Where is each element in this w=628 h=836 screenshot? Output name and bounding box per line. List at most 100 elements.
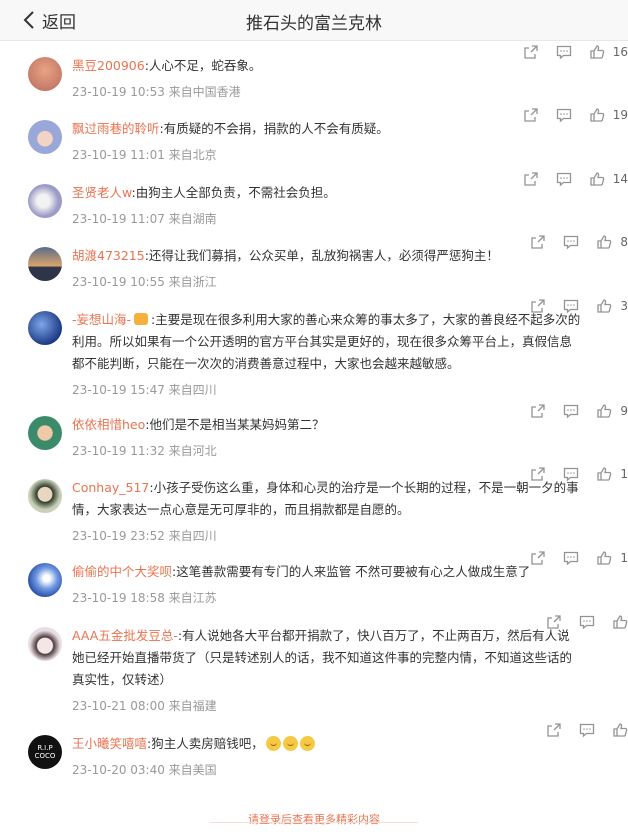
comment-button[interactable] [563,550,579,566]
like-button[interactable]: 1 [596,550,628,566]
comment-content: :人心不足，蛇吞象。 [144,58,262,73]
like-count: 14 [612,172,628,186]
comment-icon [564,551,579,566]
comment-content: :主要是现在很多利用大家的善心来众筹的事太多了，大家的善良经不起多次的利用。所以… [72,312,581,371]
comment-actions: 3 [513,298,628,314]
comment-meta: 23-10-19 11:01 来自北京 [72,148,217,162]
share-button[interactable] [523,107,539,123]
comment-meta: 23-10-19 18:58 来自江苏 [72,591,217,605]
share-button[interactable] [530,550,546,566]
like-icon [597,551,612,565]
avatar[interactable] [28,57,62,91]
like-button[interactable]: 19 [589,107,628,123]
comment-icon [556,108,571,123]
comment-button[interactable] [579,722,595,738]
comment-meta: 23-10-19 11:07 来自湖南 [72,212,217,226]
like-button[interactable]: 1 [596,466,628,482]
avatar[interactable] [28,479,62,513]
share-icon [547,723,561,737]
like-count: 3 [620,299,628,313]
share-button[interactable] [523,171,539,187]
share-icon [524,172,538,186]
comment-username[interactable]: 依依相惜heo [72,417,145,432]
comment-username[interactable]: 胡渡473215 [72,248,145,263]
comment-button[interactable] [563,403,579,419]
emoji-icon [282,736,298,751]
like-button[interactable]: 8 [596,234,628,250]
comment-icon [579,615,595,630]
avatar[interactable] [28,563,62,597]
share-button[interactable] [523,44,539,60]
avatar[interactable]: R.I.P COCO [28,735,62,769]
comment-actions: 1 [513,466,628,482]
like-button[interactable] [612,722,628,738]
comment-content: :狗主人卖房赔钱吧， [147,736,264,751]
comment-text: 依依相惜heo:他们是不是相当某某妈妈第二？ [72,414,582,436]
comment-username[interactable]: -妄想山海- [72,312,131,327]
comment-meta: 23-10-21 08:00 来自福建 [72,699,217,713]
comment-username[interactable]: 圣贤老人w [72,185,132,200]
share-button[interactable] [530,466,546,482]
comment-icon [556,172,571,187]
avatar[interactable] [28,627,62,661]
comment-icon [564,467,579,482]
comment-button[interactable] [563,298,579,314]
share-icon [531,551,546,565]
comment-username[interactable]: AAA五金批发豆总- [72,628,178,643]
comment-button[interactable] [556,44,572,60]
comment-icon [564,299,579,314]
avatar[interactable] [28,184,62,218]
like-icon [613,723,628,737]
comment-content: :还得让我们募捐，公众买单，乱放狗祸害人，必须得严惩狗主！ [144,248,499,263]
avatar[interactable] [28,120,62,154]
share-icon [547,615,561,629]
login-prompt-link[interactable]: 请登录后查看更多精彩内容 [248,813,380,826]
comment-meta: 23-10-19 23:52 来自四川 [72,529,217,543]
comment-meta: 23-10-19 10:55 来自浙江 [72,275,217,289]
comment-text: 胡渡473215:还得让我们募捐，公众买单，乱放狗祸害人，必须得严惩狗主！ [72,245,582,267]
comment-text: -妄想山海-:主要是现在很多利用大家的善心来众筹的事太多了，大家的善良经不起多次… [72,309,582,375]
like-button[interactable] [612,614,628,630]
share-icon [531,467,546,481]
like-button[interactable]: 16 [589,44,628,60]
like-icon [597,299,612,313]
avatar[interactable] [28,311,62,345]
like-icon [597,235,612,249]
share-button[interactable] [530,403,546,419]
comment-username[interactable]: 王小曦笑嘻嘻 [72,736,147,751]
comment-content: :他们是不是相当某某妈妈第二？ [145,417,325,432]
comment-actions: 16 [506,44,628,60]
comment-username[interactable]: 飘过雨巷的聆听 [72,121,160,136]
emoji-icon [299,736,315,751]
share-button[interactable] [530,298,546,314]
avatar[interactable] [28,247,62,281]
avatar-text: R.I.P COCO [34,744,56,760]
comment-button[interactable] [556,107,572,123]
comment-username[interactable]: Conhay_517 [72,480,149,495]
comment-username[interactable]: 黑豆200906 [72,58,145,73]
emoji-icon [265,736,281,751]
comment-meta: 23-10-20 03:40 来自美国 [72,763,217,777]
comment-username[interactable]: 偷偷的中个大奖呗 [72,564,172,579]
share-icon [531,235,546,249]
like-button[interactable]: 3 [596,298,628,314]
share-button[interactable] [546,722,562,738]
like-button[interactable]: 9 [596,403,628,419]
avatar[interactable] [28,416,62,450]
comment-text: Conhay_517:小孩子受伤这么重，身体和心灵的治疗是一个长期的过程，不是一… [72,477,582,521]
comment-button[interactable] [579,614,595,630]
share-button[interactable] [530,234,546,250]
comment-actions [529,722,628,738]
comment-meta: 23-10-19 15:47 来自四川 [72,383,217,397]
comment-button[interactable] [563,466,579,482]
like-count: 16 [612,45,628,59]
comment-actions: 8 [513,234,628,250]
share-icon [524,45,538,59]
page-title: 推石头的富兰克林 [246,14,382,34]
comment-button[interactable] [556,171,572,187]
like-button[interactable]: 14 [589,171,628,187]
comment-button[interactable] [563,234,579,250]
top-bar: 返回 推石头的富兰克林 [0,0,628,41]
comment-content: :由狗主人全部负责，不需社会负担。 [131,185,336,200]
share-button[interactable] [546,614,562,630]
